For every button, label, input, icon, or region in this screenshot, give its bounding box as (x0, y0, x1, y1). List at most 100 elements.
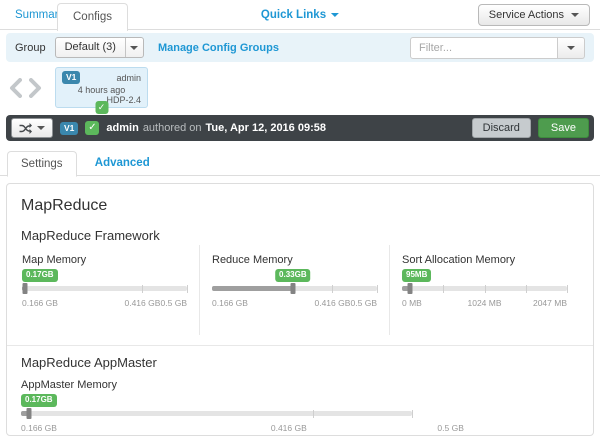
ambari-service-configs-page: Summary Configs Quick Links Service Acti… (0, 0, 600, 436)
section-title-appmaster: MapReduce AppMaster (21, 355, 579, 370)
map-memory-slider: 0.17GB 0.166 GB 0.416 GB 0.5 GB (22, 269, 187, 310)
slider-tick (187, 285, 188, 293)
discard-button[interactable]: Discard (472, 118, 531, 138)
config-group-select[interactable]: Default (3) (55, 37, 144, 58)
slider-track[interactable] (212, 286, 377, 291)
tab-settings-active[interactable]: Settings (7, 151, 77, 177)
service-actions-button[interactable]: Service Actions (478, 4, 590, 26)
group-label: Group (15, 42, 46, 54)
tick-label: 1024 MB (467, 298, 501, 308)
config-appmaster-memory: AppMaster Memory 0.17GB 0.166 GB 0.416 G… (21, 379, 579, 435)
config-group-bar: Group Default (3) Manage Config Groups (6, 33, 594, 62)
version-author: admin (116, 73, 141, 83)
previous-versions-icon[interactable] (9, 78, 22, 101)
appmaster-memory-slider: 0.17GB 0.166 GB 0.416 GB 0.5 GB (21, 394, 579, 435)
config-label: Sort Allocation Memory (402, 254, 567, 266)
caret-down-icon (567, 46, 575, 50)
authored-timestamp: Tue, Apr 12, 2016 09:58 (206, 122, 326, 134)
config-label: AppMaster Memory (21, 379, 579, 391)
framework-slider-columns: Map Memory 0.17GB 0.166 GB 0.416 GB 0.5 … (21, 245, 579, 335)
settings-panel: MapReduce MapReduce Framework Map Memory… (6, 183, 594, 436)
tick-label: 0.166 GB (22, 298, 58, 308)
slider-track[interactable] (22, 286, 187, 291)
slider-handle[interactable] (290, 283, 295, 294)
caret-down-icon (37, 126, 45, 130)
current-version-badge: V1 (60, 122, 78, 135)
slider-value-badge: 0.17GB (21, 394, 57, 407)
section-divider (7, 345, 593, 346)
config-label: Reduce Memory (212, 254, 377, 266)
slider-value-badge: 0.17GB (22, 269, 58, 282)
config-sort-allocation-memory: Sort Allocation Memory 95MB 0 MB 1024 MB (389, 245, 579, 335)
config-reduce-memory: Reduce Memory 0.33GB 0.166 GB 0.416 GB 0… (199, 245, 389, 335)
filter-input[interactable] (410, 37, 558, 59)
slider-tick (443, 285, 444, 293)
manage-config-groups-link[interactable]: Manage Config Groups (158, 42, 279, 54)
version-authored-text: admin authored on Tue, Apr 12, 2016 09:5… (106, 122, 326, 134)
tick-label: 0.5 GB (161, 298, 187, 308)
tab-configs-active[interactable]: Configs (57, 3, 128, 31)
slider-track[interactable] (402, 286, 567, 291)
selected-group: Default (3) (56, 38, 125, 57)
slider-tick (332, 285, 333, 293)
sort-allocation-memory-slider: 95MB 0 MB 1024 MB 2047 MB (402, 269, 567, 310)
service-nav-tabs: Summary Configs Quick Links Service Acti… (0, 0, 600, 30)
slider-track[interactable] (21, 411, 412, 416)
panel-title: MapReduce (21, 197, 579, 215)
slider-value-badge: 95MB (402, 269, 431, 282)
version-badge: V1 (62, 71, 80, 84)
slider-scale: 0 MB 1024 MB 2047 MB (402, 298, 567, 310)
slider-tick (567, 285, 568, 293)
slider-value-badge: 0.33GB (275, 269, 311, 282)
tick-label: 0.416 GB (314, 298, 350, 308)
slider-tick (313, 410, 314, 418)
tick-label: 0.166 GB (21, 423, 57, 433)
tick-label: 2047 MB (533, 298, 567, 308)
config-map-memory: Map Memory 0.17GB 0.166 GB 0.416 GB 0.5 … (21, 245, 199, 335)
check-icon: ✓ (85, 121, 99, 135)
caret-down-icon (331, 13, 339, 17)
slider-scale: 0.166 GB 0.416 GB 0.5 GB (22, 298, 187, 310)
slider-scale: 0.166 GB 0.416 GB 0.5 GB (21, 423, 579, 435)
group-select-caret-button[interactable] (125, 38, 143, 57)
tick-label: 0.416 GB (271, 423, 307, 433)
config-label: Map Memory (22, 254, 187, 266)
authored-on-text: authored on (143, 122, 202, 134)
slider-tick (526, 285, 527, 293)
caret-down-icon (571, 13, 579, 17)
tick-label: 0 MB (402, 298, 422, 308)
quick-links-label: Quick Links (261, 9, 326, 21)
filter-group (410, 37, 585, 59)
config-sub-tabs: Settings Advanced (0, 150, 600, 176)
tick-label: 0.5 GB (351, 298, 377, 308)
slider-tick (485, 285, 486, 293)
tick-label: 0.416 GB (124, 298, 160, 308)
slider-fill (212, 286, 293, 291)
slider-handle[interactable] (23, 283, 28, 294)
config-version-strip: V1 admin 4 hours ago HDP-2.4 ✓ (0, 62, 600, 115)
compare-versions-button[interactable] (11, 118, 53, 138)
shuffle-icon (19, 123, 32, 134)
caret-down-icon (130, 46, 138, 50)
author-name: admin (106, 122, 138, 134)
reduce-memory-slider: 0.33GB 0.166 GB 0.416 GB 0.5 GB (212, 269, 377, 310)
tick-label: 0.166 GB (212, 298, 248, 308)
slider-tick (412, 410, 413, 418)
tab-advanced[interactable]: Advanced (95, 150, 150, 176)
version-card[interactable]: V1 admin 4 hours ago HDP-2.4 ✓ (55, 67, 148, 108)
current-version-check-icon: ✓ (95, 101, 108, 114)
version-time-ago: 4 hours ago (62, 85, 141, 95)
slider-tick (377, 285, 378, 293)
save-button[interactable]: Save (538, 118, 589, 138)
section-title-framework: MapReduce Framework (21, 228, 579, 243)
slider-scale: 0.166 GB 0.416 GB 0.5 GB (212, 298, 377, 310)
slider-tick (142, 285, 143, 293)
filter-dropdown-button[interactable] (558, 37, 585, 59)
tick-label: 0.5 GB (437, 423, 463, 433)
version-info-bar: V1 ✓ admin authored on Tue, Apr 12, 2016… (6, 115, 594, 141)
service-actions-label: Service Actions (489, 9, 564, 21)
slider-handle[interactable] (408, 283, 413, 294)
next-versions-icon[interactable] (29, 78, 42, 101)
quick-links-dropdown[interactable]: Quick Links (261, 9, 339, 21)
slider-handle[interactable] (26, 408, 31, 419)
